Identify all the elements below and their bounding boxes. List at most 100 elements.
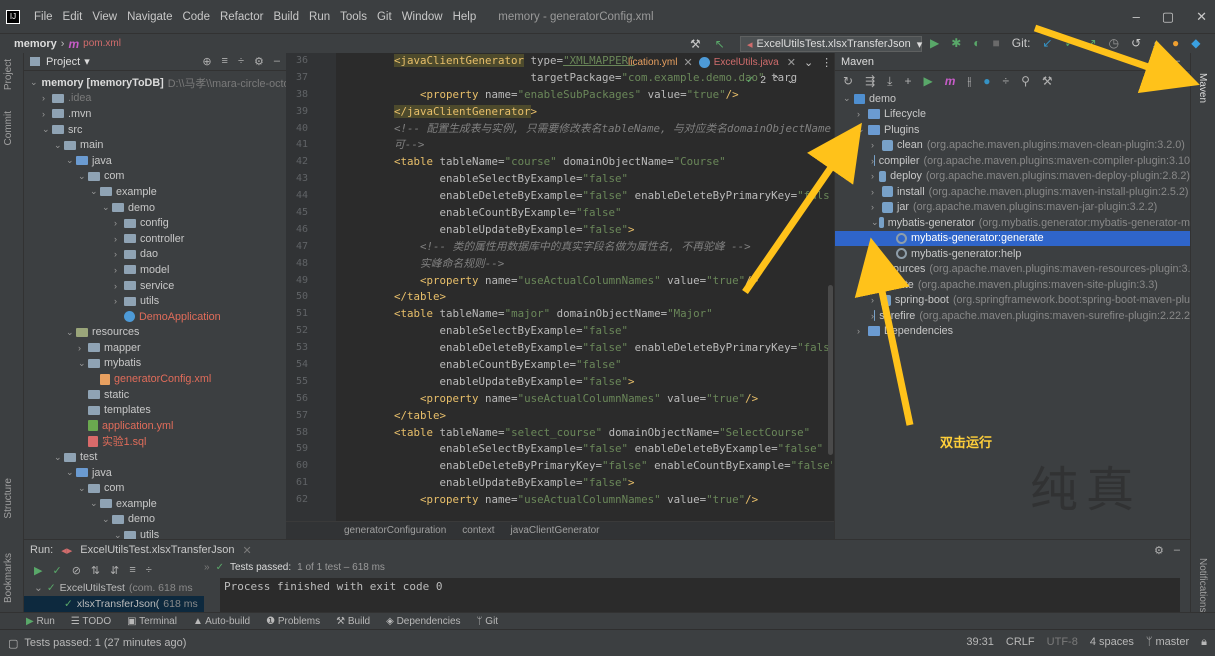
wrench-icon[interactable]: ⚒ (1042, 74, 1053, 88)
show-dependencies-icon[interactable]: ● (983, 74, 990, 88)
line-separator[interactable]: CRLF (1006, 636, 1035, 649)
test-tree-child[interactable]: ✓ xlsxTransferJson( 618 ms (24, 596, 204, 612)
maven-tool-button[interactable]: Maven (1197, 73, 1208, 103)
maven-tree-item[interactable]: › compiler (org.apache.maven.plugins:maven… (835, 153, 1190, 169)
tree-item[interactable]: ⌄ main (24, 137, 286, 153)
chevron-down-icon[interactable]: ⌄ (114, 530, 124, 539)
chevron-right-icon[interactable]: › (78, 343, 88, 353)
hide-icon[interactable]: – (1174, 544, 1180, 557)
chevron-right-icon[interactable]: › (857, 109, 868, 119)
collapse-all-icon[interactable]: ÷ (1003, 74, 1010, 88)
close-icon[interactable]: ✕ (787, 56, 796, 69)
tree-item[interactable]: › model (24, 262, 286, 278)
maven-tree-item[interactable]: › install (org.apache.maven.plugins:maven-… (835, 184, 1190, 200)
gear-icon[interactable]: ⚙ (1154, 544, 1164, 557)
close-button[interactable]: ✕ (1196, 9, 1207, 25)
notifications-tool-button[interactable]: Notifications (1197, 558, 1208, 612)
chevron-right-icon[interactable]: › (114, 265, 124, 275)
chevron-up-icon[interactable]: ⌃ (772, 75, 780, 86)
chevron-down-icon[interactable]: ⌄ (90, 186, 100, 197)
maven-tree-item[interactable]: ⌄ Plugins (835, 122, 1190, 138)
git-push-icon[interactable]: ↗ (1087, 36, 1097, 51)
run-tab[interactable]: ExcelUtilsTest.xlsxTransferJson (80, 544, 234, 556)
chevron-down-icon[interactable]: ⌄ (871, 217, 879, 228)
tree-item[interactable]: › mapper (24, 340, 286, 356)
tab-application-yml[interactable]: lication.yml (628, 57, 677, 68)
maven-tree-item[interactable]: › clean (org.apache.maven.plugins:maven-cl… (835, 138, 1190, 154)
tree-item[interactable]: › config (24, 215, 286, 231)
status-message[interactable]: Tests passed: 1 (27 minutes ago) (24, 637, 186, 649)
tree-item[interactable]: ⌄ java (24, 153, 286, 169)
chevron-down-icon[interactable]: ⌄ (66, 327, 76, 338)
bookmarks-tool-button[interactable]: Bookmarks (3, 553, 14, 603)
chevron-down-icon[interactable]: ⌄ (843, 93, 854, 104)
status-panel-icon[interactable]: ▢ (8, 637, 18, 650)
breadcrumb-item[interactable]: generatorConfiguration (344, 525, 446, 536)
chevron-down-icon[interactable]: ⌄ (30, 77, 38, 88)
maven-tree-item[interactable]: › Lifecycle (835, 107, 1190, 123)
tree-item[interactable]: ⌄ resources (24, 325, 286, 341)
test-tree-root[interactable]: ⌄ ✓ ExcelUtilsTest (com. 618 ms (24, 580, 204, 596)
jetbrains-toolbox-icon[interactable]: ◆ (1191, 36, 1200, 51)
more-icon[interactable]: » (204, 562, 210, 573)
chevron-right-icon[interactable]: › (871, 140, 882, 150)
more-icon[interactable]: ⋮ (821, 56, 832, 69)
back-arrow-icon[interactable]: ↖ (715, 37, 725, 51)
project-panel-title[interactable]: Project (46, 56, 80, 68)
caret-position[interactable]: 39:31 (966, 636, 994, 649)
download-icon[interactable]: ⤓ (887, 74, 892, 89)
sort-duration-icon[interactable]: ⇵ (110, 564, 119, 577)
tree-item[interactable]: application.yml (24, 418, 286, 434)
chevron-right-icon[interactable]: › (871, 295, 881, 305)
show-passed-icon[interactable]: ✓ (52, 564, 61, 577)
chevron-right-icon[interactable]: › (871, 171, 879, 181)
generate-sources-icon[interactable]: ⇶ (865, 74, 875, 88)
chevron-down-icon[interactable]: ⌄ (102, 514, 112, 525)
debug-icon[interactable]: ✱ (951, 36, 961, 51)
tree-item[interactable]: templates (24, 402, 286, 418)
rerun-icon[interactable]: ▶ (34, 564, 42, 577)
chevron-right-icon[interactable]: › (42, 93, 52, 103)
breadcrumb-file[interactable]: pom.xml (83, 38, 121, 49)
locate-icon[interactable]: ⊕ (202, 55, 211, 68)
lock-icon[interactable]: 🔒︎ (1201, 636, 1207, 649)
chevron-down-icon[interactable]: ⌄ (78, 171, 88, 182)
code-area[interactable]: <javaClientGenerator type="XMLMAPPER" ta… (342, 53, 832, 521)
maven-tree-item[interactable]: ⌄ mybatis-generator (org.mybatis.generator… (835, 215, 1190, 231)
tree-item[interactable]: › service (24, 278, 286, 294)
sort-alpha-icon[interactable]: ⇅ (91, 564, 100, 577)
tree-item[interactable]: ⌄ com (24, 480, 286, 496)
tree-item[interactable]: ⌄ src (24, 122, 286, 138)
git-update-icon[interactable]: ↙ (1042, 36, 1052, 51)
hide-icon[interactable]: – (274, 55, 280, 68)
dependencies-tool-button[interactable]: ◈ Dependencies (386, 616, 460, 627)
rollback-icon[interactable]: ↺ (1131, 36, 1141, 51)
problems-tool-button[interactable]: ❶ Problems (266, 616, 320, 627)
gear-icon[interactable]: ⚙ (1154, 55, 1164, 68)
chevron-down-icon[interactable]: ⌄ (54, 140, 64, 151)
menu-build[interactable]: Build (273, 11, 299, 23)
tree-item[interactable]: 实验1.sql (24, 434, 286, 450)
reload-icon[interactable]: ↻ (843, 74, 853, 88)
project-tool-button[interactable]: Project (3, 59, 14, 90)
tree-item[interactable]: › .idea (24, 91, 286, 107)
chevron-down-icon[interactable]: ⌄ (78, 483, 88, 494)
chevron-right-icon[interactable]: › (857, 326, 868, 336)
chevron-down-icon[interactable]: ⌄ (90, 498, 100, 509)
menu-edit[interactable]: Edit (63, 11, 83, 23)
close-icon[interactable]: ✕ (243, 544, 252, 557)
tree-item[interactable]: ⌄ demo (24, 200, 286, 216)
coverage-icon[interactable]: ◐ (973, 36, 980, 51)
menu-help[interactable]: Help (453, 11, 477, 23)
breadcrumb-project[interactable]: memory (14, 38, 57, 50)
chevron-down-icon[interactable]: ⌄ (54, 452, 64, 463)
git-commit-icon[interactable]: ✓ (1065, 36, 1075, 51)
tree-item[interactable]: › dao (24, 247, 286, 263)
maven-tree-item[interactable]: › spring-boot (org.springframework.boot:sp… (835, 293, 1190, 309)
chevron-right-icon[interactable]: › (871, 187, 882, 197)
chevron-down-icon[interactable]: ⌄ (804, 56, 813, 69)
menu-code[interactable]: Code (182, 11, 210, 23)
tree-item[interactable]: ⌄ com (24, 169, 286, 185)
maven-tree-item[interactable]: › site (org.apache.maven.plugins:maven-sit… (835, 277, 1190, 293)
add-icon[interactable]: + (904, 74, 911, 88)
